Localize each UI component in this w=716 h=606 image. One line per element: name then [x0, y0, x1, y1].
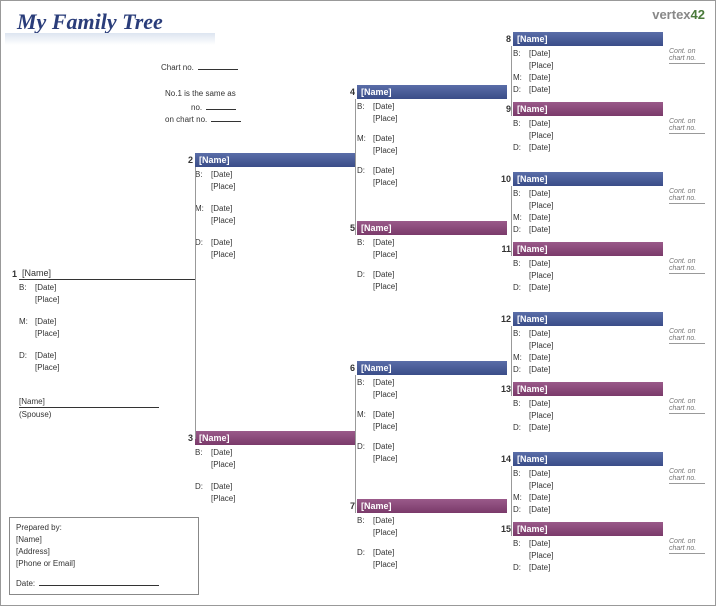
entry-8-name[interactable]: [Name] — [513, 32, 663, 46]
entry-9-num: 9 — [499, 104, 511, 114]
entry-5-name[interactable]: [Name] — [357, 221, 507, 235]
entry-13-name[interactable]: [Name] — [513, 382, 663, 396]
conn-1 — [195, 167, 196, 439]
entry-9-name[interactable]: [Name] — [513, 102, 663, 116]
onchart-label: on chart no. — [165, 113, 241, 124]
cont-8: Cont. on chart no. — [669, 48, 705, 64]
entry-6-num: 6 — [343, 363, 355, 373]
entry-11-num: 11 — [499, 244, 511, 254]
spouse-block: [Name] (Spouse) — [19, 397, 159, 419]
cont-15: Cont. on chart no. — [669, 538, 705, 554]
cont-11: Cont. on chart no. — [669, 258, 705, 274]
entry-4-num: 4 — [343, 87, 355, 97]
entry-3-num: 3 — [181, 433, 193, 443]
entry-14: [Name] B:[Date] [Place] M:[Date] D:[Date… — [513, 452, 663, 516]
entry-8-num: 8 — [499, 34, 511, 44]
entry-1: [Name] B:[Date] [Place] M:[Date] [Place]… — [19, 267, 195, 374]
entry-11: [Name] B:[Date] [Place] D:[Date] — [513, 242, 663, 294]
entry-14-name[interactable]: [Name] — [513, 452, 663, 466]
entry-7-num: 7 — [343, 501, 355, 511]
entry-2: [Name] B:[Date] [Place] M:[Date] [Place]… — [195, 153, 355, 261]
entry-12-num: 12 — [499, 314, 511, 324]
entry-4: [Name] B:[Date] [Place] M:[Date] [Place]… — [357, 85, 507, 189]
entry-2-name[interactable]: [Name] — [195, 153, 355, 167]
entry-12: [Name] B:[Date] [Place] M:[Date] D:[Date… — [513, 312, 663, 376]
conn-2b — [355, 375, 356, 513]
entry-5-num: 5 — [343, 223, 355, 233]
entry-1-num: 1 — [5, 269, 17, 279]
conn-2a — [355, 99, 356, 235]
entry-15-name[interactable]: [Name] — [513, 522, 663, 536]
entry-15: [Name] B:[Date] [Place] D:[Date] — [513, 522, 663, 574]
cont-14: Cont. on chart no. — [669, 468, 705, 484]
entry-13: [Name] B:[Date] [Place] D:[Date] — [513, 382, 663, 434]
entry-7-name[interactable]: [Name] — [357, 499, 507, 513]
entry-10: [Name] B:[Date] [Place] M:[Date] D:[Date… — [513, 172, 663, 236]
entry-10-name[interactable]: [Name] — [513, 172, 663, 186]
cont-13: Cont. on chart no. — [669, 398, 705, 414]
entry-4-name[interactable]: [Name] — [357, 85, 507, 99]
logo: vertex42 — [652, 7, 705, 22]
chart-no-label: Chart no. — [161, 61, 238, 72]
entry-13-num: 13 — [499, 384, 511, 394]
cont-9: Cont. on chart no. — [669, 118, 705, 134]
conn-4 — [511, 46, 512, 116]
cont-12: Cont. on chart no. — [669, 328, 705, 344]
cont-10: Cont. on chart no. — [669, 188, 705, 204]
conn-7 — [511, 466, 512, 536]
no-label: no. — [191, 101, 236, 112]
header-gradient — [5, 33, 215, 45]
footer-box: Prepared by: [Name] [Address] [Phone or … — [9, 517, 199, 595]
entry-6-name[interactable]: [Name] — [357, 361, 507, 375]
entry-12-name[interactable]: [Name] — [513, 312, 663, 326]
entry-6: [Name] B:[Date] [Place] M:[Date] [Place]… — [357, 361, 507, 465]
entry-11-name[interactable]: [Name] — [513, 242, 663, 256]
entry-15-num: 15 — [499, 524, 511, 534]
conn-5 — [511, 186, 512, 256]
entry-14-num: 14 — [499, 454, 511, 464]
entry-1-name[interactable]: [Name] — [19, 267, 195, 280]
conn-6 — [511, 326, 512, 396]
entry-9: [Name] B:[Date] [Place] D:[Date] — [513, 102, 663, 154]
entry-5: [Name] B:[Date] [Place] D:[Date] [Place] — [357, 221, 507, 293]
entry-10-num: 10 — [499, 174, 511, 184]
page-title: My Family Tree — [17, 9, 163, 35]
entry-2-num: 2 — [181, 155, 193, 165]
entry-3-name[interactable]: [Name] — [195, 431, 355, 445]
entry-7: [Name] B:[Date] [Place] D:[Date] [Place] — [357, 499, 507, 571]
entry-3: [Name] B:[Date] [Place] D:[Date] [Place] — [195, 431, 355, 505]
no1-same-text: No.1 is the same as — [165, 89, 236, 98]
entry-8: [Name] B:[Date] [Place] M:[Date] D:[Date… — [513, 32, 663, 96]
